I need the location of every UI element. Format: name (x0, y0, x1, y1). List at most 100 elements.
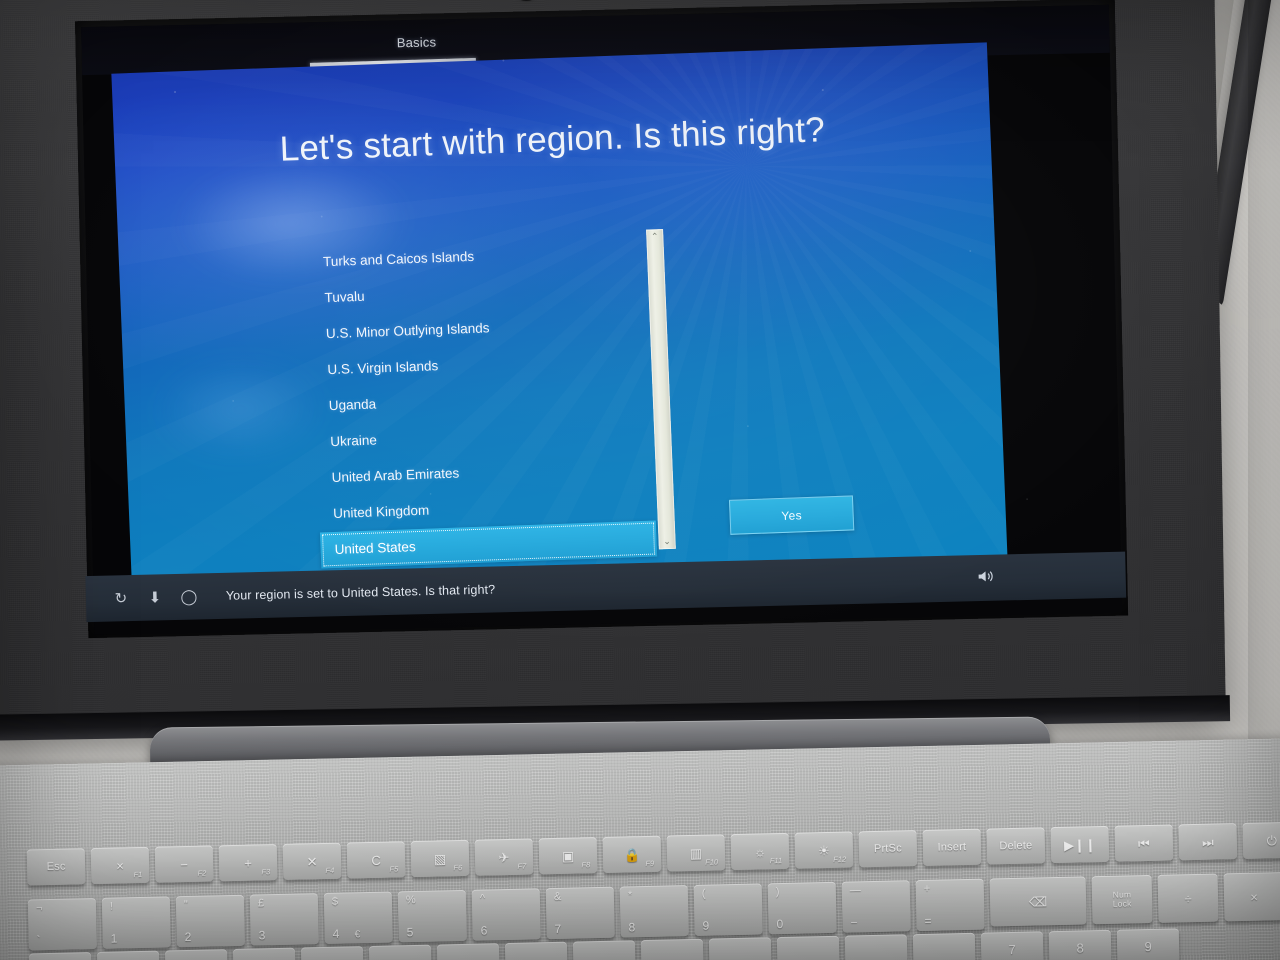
key-1[interactable]: ! 1 (101, 896, 171, 949)
key-label: Insert (937, 840, 967, 854)
key-0[interactable]: ) 0 (767, 881, 837, 935)
key-f6-touchpad[interactable]: ▧ F6 (410, 839, 470, 878)
key-f7-airplane[interactable]: ✈ F7 (474, 838, 534, 876)
key-w[interactable] (164, 949, 228, 960)
key-f8-camera[interactable]: ▣ F8 (538, 837, 598, 875)
key-fn-label: F7 (517, 861, 527, 871)
key-fn-label: F8 (581, 860, 591, 870)
key-label: = (924, 913, 932, 928)
key-bracket-left[interactable] (776, 935, 840, 960)
key-p[interactable] (708, 937, 772, 960)
key-4[interactable]: $4 € (323, 891, 393, 944)
key-label: 8 (1076, 939, 1084, 956)
key-bracket-right[interactable] (844, 934, 908, 960)
key-f2-volume-down[interactable]: − F2 (154, 845, 214, 883)
key-f1-mute[interactable]: × F1 (90, 846, 150, 885)
key-f5-refresh[interactable]: C F5 (346, 841, 406, 879)
key-insert[interactable]: Insert (922, 828, 982, 866)
key-power[interactable]: ⏻ (1242, 821, 1280, 859)
key-label: 3 (258, 928, 266, 943)
tab-basics[interactable]: Basics (351, 33, 481, 51)
key-numpad-8[interactable]: 8 (1048, 929, 1112, 960)
key-y[interactable] (436, 943, 500, 960)
key-7[interactable]: & 7 (545, 886, 615, 940)
key-label: 1 (110, 931, 118, 946)
next-track-icon: ⏭ (1201, 834, 1214, 850)
key-f9-lock[interactable]: 🔒 F9 (602, 835, 662, 873)
microphone-icon[interactable]: ⬇ (138, 582, 173, 613)
key-numpad-7[interactable]: 7 (980, 931, 1044, 960)
key-f11-brightness-down[interactable]: ☼ F11 (730, 832, 790, 871)
key-label: PrtSc (873, 842, 902, 855)
key-delete[interactable]: Delete (986, 827, 1046, 865)
key-o[interactable] (640, 938, 704, 960)
key-label: 2 (184, 929, 192, 945)
key-i[interactable] (572, 940, 636, 960)
key-next-track[interactable]: ⏭ (1178, 823, 1238, 861)
key-backtick[interactable]: ¬ ` (27, 897, 97, 951)
narrator-caption: Your region is set to United States. Is … (225, 582, 496, 603)
key-numpad-9[interactable]: 9 (1116, 928, 1180, 960)
key-shift-label: ( (701, 887, 706, 900)
key-tab[interactable] (28, 952, 92, 960)
key-equals[interactable]: + = (915, 878, 985, 932)
key-numpad-multiply[interactable]: × (1223, 872, 1280, 922)
power-icon: ⏻ (1266, 832, 1278, 848)
key-play-pause[interactable]: ▶❙❙ (1050, 825, 1110, 864)
yes-button[interactable]: Yes (728, 495, 855, 535)
scroll-up-arrow-icon[interactable]: ⌃ (646, 230, 664, 244)
key-e[interactable] (232, 947, 296, 960)
key-f10-display[interactable]: ▥ F10 (666, 834, 726, 872)
key-f12-brightness-up[interactable]: ☀ F12 (794, 831, 854, 869)
key-f4-mic-mute[interactable]: ✕ F4 (282, 842, 342, 880)
key-u[interactable] (504, 941, 568, 960)
key-previous-track[interactable]: ⏮ (1114, 824, 1174, 862)
key-2[interactable]: " 2 (175, 894, 245, 948)
key-f3-volume-up[interactable]: + F3 (218, 844, 278, 882)
key-9[interactable]: (9 (693, 883, 763, 936)
mic-mute-icon: ✕ (306, 853, 318, 869)
key-shift-label: % (405, 894, 416, 907)
key-6[interactable]: ^ 6 (471, 888, 541, 941)
key-t[interactable] (368, 944, 432, 960)
key-enter[interactable] (912, 932, 976, 960)
refresh-icon: C (371, 852, 381, 868)
key-numpad-divide[interactable]: ÷ (1157, 873, 1219, 923)
key-shift-label: ! (109, 900, 114, 913)
key-5[interactable]: % 5 (397, 889, 467, 943)
key-num-lock[interactable]: Num Lock (1091, 874, 1153, 925)
key-3[interactable]: £3 (249, 893, 319, 946)
key-label: 7 (1008, 941, 1016, 957)
key-shift-label: $ (331, 895, 339, 908)
multiply-icon: × (1250, 889, 1259, 905)
key-q[interactable] (96, 950, 160, 960)
divide-icon: ÷ (1184, 890, 1192, 906)
key-r[interactable] (300, 946, 364, 960)
key-esc[interactable]: Esc (26, 848, 86, 886)
ease-of-access-icon[interactable]: ↻ (104, 583, 139, 614)
key-fn-label: F4 (325, 865, 335, 875)
key-shift-label: £ (257, 897, 265, 910)
brightness-down-icon: ☼ (753, 843, 767, 860)
region-list[interactable]: Turks and Caicos Islands Tuvalu U.S. Min… (308, 233, 661, 569)
key-label: ` (36, 933, 41, 948)
key-8[interactable]: * 8 (619, 885, 689, 938)
key-prtsc[interactable]: PrtSc (858, 830, 918, 868)
key-fn-label: F2 (197, 868, 207, 878)
volume-icon[interactable] (977, 569, 993, 586)
display-panel: Basics Let's start with region. Is this … (81, 4, 1123, 636)
key-backspace[interactable]: ⌫ (989, 876, 1087, 927)
cortana-circle-icon[interactable]: ◯ (172, 581, 207, 612)
key-label: 0 (776, 916, 784, 932)
key-fn-label: F9 (645, 858, 655, 868)
oobe-canvas: Let's start with region. Is this right? … (111, 42, 1008, 596)
key-fn-label: F3 (261, 867, 271, 877)
key-label: 8 (628, 920, 636, 935)
key-minus[interactable]: — − (841, 880, 911, 933)
key-shift-label: ^ (479, 892, 486, 905)
key-label: − (850, 915, 858, 930)
key-shift-label: ¬ (35, 902, 43, 915)
scroll-down-arrow-icon[interactable]: ⌄ (658, 535, 676, 549)
key-fn-label: F5 (389, 864, 399, 874)
key-label: 5 (406, 925, 414, 940)
